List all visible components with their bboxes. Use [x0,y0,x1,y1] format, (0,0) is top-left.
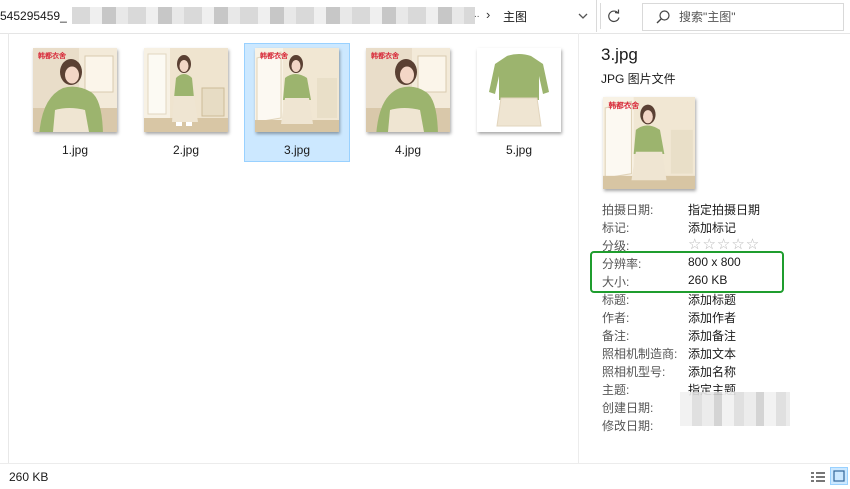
file-item-2[interactable]: 2.jpg [134,44,238,161]
address-current-folder[interactable]: 主图 [503,8,527,25]
svg-text:韩都衣舍: 韩都衣舍 [608,100,639,110]
svg-text:韩都衣舍: 韩都衣舍 [371,51,400,60]
prop-key: 照相机制造商: [602,347,678,361]
prop-value[interactable]: 添加作者 [688,309,736,326]
file-list: 韩都衣舍 1.jpg 2.jpg 韩都衣舍 3.jpg 韩都衣舍 4.jpg 5… [8,33,578,463]
file-name[interactable]: 5.jpg [467,143,571,157]
address-bar[interactable]: 545295459_ .. › 主图 [0,0,597,32]
prop-key: 创建日期: [602,401,654,415]
prop-author: 作者: 添加作者 [602,309,842,325]
file-name[interactable]: 4.jpg [356,143,460,157]
file-thumbnail: 韩都衣舍 [366,48,450,132]
address-path-prefix[interactable]: 545295459_ [0,9,67,23]
file-item-5[interactable]: 5.jpg [467,44,571,161]
file-thumbnail: 韩都衣舍 [255,48,339,132]
prop-key: 修改日期: [602,419,654,433]
prop-tags: 标记: 添加标记 [602,219,842,235]
details-view-icon[interactable] [810,469,826,485]
details-title: 3.jpg [601,45,638,64]
search-icon [655,9,671,25]
prop-value[interactable]: 指定拍摄日期 [688,201,760,218]
file-thumbnail [144,48,228,132]
refresh-icon [601,9,627,32]
highlight-box [590,251,784,293]
search-input[interactable] [679,8,829,25]
prop-value[interactable]: 添加标记 [688,219,736,236]
prop-key: 标题: [602,293,630,307]
prop-value[interactable]: 添加文本 [688,345,736,362]
pane-divider[interactable] [578,33,579,463]
large-icons-view-icon[interactable] [830,467,848,485]
prop-camera-model: 照相机型号: 添加名称 [602,363,842,379]
dropdown-chevron-icon[interactable] [574,7,592,25]
file-item-1[interactable]: 韩都衣舍 1.jpg [23,44,127,161]
prop-key: 备注: [602,329,630,343]
file-item-3[interactable]: 韩都衣舍 3.jpg [244,43,350,162]
prop-value[interactable]: 添加标题 [688,291,736,308]
prop-value[interactable]: 添加备注 [688,327,736,344]
prop-value[interactable]: 添加名称 [688,363,736,380]
blurred-path-segment [72,7,475,24]
file-thumbnail [477,48,561,132]
address-ellipsis: .. [474,9,480,20]
file-name[interactable]: 3.jpg [245,143,349,157]
prop-comments: 备注: 添加备注 [602,327,842,343]
prop-key: 标记: [602,221,630,235]
details-file-type: JPG 图片文件 [601,72,676,86]
details-preview-image: 韩都衣舍 [603,97,695,189]
status-bar: 260 KB [0,463,850,489]
file-item-4[interactable]: 韩都衣舍 4.jpg [356,44,460,161]
prop-title: 标题: 添加标题 [602,291,842,307]
chevron-right-icon[interactable]: › [486,7,490,22]
file-name[interactable]: 1.jpg [23,143,127,157]
svg-text:韩都衣舍: 韩都衣舍 [38,51,67,60]
prop-key: 照相机型号: [602,365,666,379]
prop-key: 拍摄日期: [602,203,654,217]
prop-key: 作者: [602,311,630,325]
toolbar: 545295459_ .. › 主图 [0,0,850,34]
svg-text:韩都衣舍: 韩都衣舍 [260,51,289,60]
blurred-dates [680,392,790,426]
file-thumbnail: 韩都衣舍 [33,48,117,132]
file-name[interactable]: 2.jpg [134,143,238,157]
prop-camera-maker: 照相机制造商: 添加文本 [602,345,842,361]
prop-date-taken: 拍摄日期: 指定拍摄日期 [602,201,842,217]
refresh-button[interactable] [600,3,627,29]
search-box[interactable] [642,3,844,31]
status-selection-size: 260 KB [9,470,49,484]
prop-key: 主题: [602,383,630,397]
